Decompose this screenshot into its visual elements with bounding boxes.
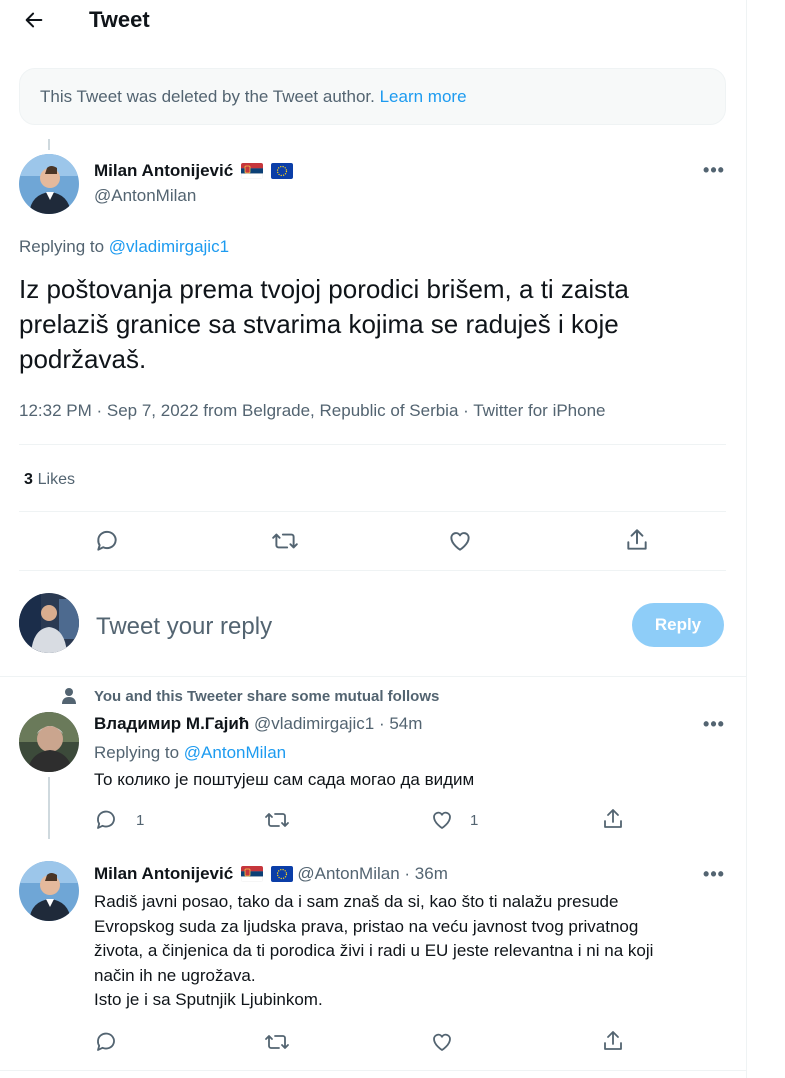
reply-author-name[interactable]: Владимир М.Гајић <box>94 714 249 733</box>
more-horizontal-icon: ••• <box>703 159 725 180</box>
author-name-row[interactable]: Milan Antonijević <box>94 160 293 182</box>
reply-text: То колико је поштујеш сам сада могао да … <box>94 770 475 789</box>
replying-to: Replying to @vladimirgajic1 <box>19 236 229 258</box>
eu-flag-icon <box>270 163 293 179</box>
likes-label: Likes <box>37 471 75 488</box>
reply-button[interactable] <box>94 528 120 554</box>
divider <box>19 570 726 571</box>
my-avatar[interactable] <box>19 593 79 653</box>
serbia-flag-icon <box>240 163 263 179</box>
replying-to-handle[interactable]: @AntonMilan <box>184 743 286 762</box>
share-icon <box>627 529 647 550</box>
divider <box>19 511 726 512</box>
reply-header: Владимир М.Гајић @vladimirgajic1 · 54m <box>94 713 422 735</box>
more-options-button[interactable]: ••• <box>703 159 725 181</box>
reply-time[interactable]: · 54m <box>379 714 422 733</box>
avatar-photo <box>19 593 79 653</box>
avatar[interactable] <box>19 154 79 214</box>
avatar[interactable] <box>19 861 79 921</box>
eu-flag-icon <box>270 866 293 882</box>
reply-author-handle[interactable]: @AntonMilan <box>297 864 399 883</box>
reply-bubble-icon <box>97 810 115 829</box>
avatar-photo <box>19 712 79 772</box>
avatar-photo <box>19 154 79 214</box>
retweet-icon <box>272 533 298 549</box>
author-handle[interactable]: @AntonMilan <box>94 185 196 207</box>
reply-button[interactable] <box>94 1030 118 1054</box>
tweet-column: Tweet This Tweet was deleted by the Twee… <box>0 0 747 1078</box>
more-options-button[interactable]: ••• <box>703 863 725 885</box>
avatar[interactable] <box>19 712 79 772</box>
reply-submit-button[interactable]: Reply <box>632 603 724 647</box>
retweet-icon <box>265 813 289 827</box>
learn-more-link[interactable]: Learn more <box>380 87 467 107</box>
heart-icon <box>433 811 451 829</box>
replying-to: Replying to @AntonMilan <box>94 742 286 764</box>
reply-time[interactable]: · 36m <box>404 864 447 883</box>
more-horizontal-icon: ••• <box>703 713 725 734</box>
reply-bubble-icon <box>97 530 117 551</box>
divider <box>0 1070 746 1071</box>
divider <box>0 676 746 677</box>
replying-to-label: Replying to <box>19 237 105 256</box>
reply-input[interactable]: Tweet your reply <box>96 612 272 642</box>
person-icon <box>61 687 77 705</box>
reply-text-line: Evropskog suda za ljudska prava, pristao… <box>94 916 639 936</box>
reply-text-line: života, a činjenica da ti porodica živi … <box>94 941 654 960</box>
retweet-button[interactable] <box>264 1030 290 1054</box>
more-options-button[interactable]: ••• <box>703 713 725 735</box>
like-button[interactable] <box>447 528 473 554</box>
divider <box>19 444 726 445</box>
heart-icon <box>450 532 470 551</box>
tweet-text: Iz poštovanja prema tvojoj porodici briš… <box>19 274 629 374</box>
reply-button[interactable]: 1 <box>94 808 144 832</box>
page-title: Tweet <box>89 7 150 32</box>
deleted-notice-text: This Tweet was deleted by the Tweet auth… <box>40 86 375 106</box>
thread-connector <box>48 139 50 150</box>
reply-author-handle[interactable]: @vladimirgajic1 <box>254 714 374 733</box>
more-horizontal-icon: ••• <box>703 863 725 884</box>
reply-text-line: Isto je i sa Sputnjik Ljubinkom. <box>94 990 323 1009</box>
heart-icon <box>433 1033 451 1051</box>
share-button[interactable] <box>624 527 650 553</box>
thread-connector <box>48 777 50 839</box>
reply-text: Radiš javni posao, tako da i sam znaš da… <box>94 890 734 1013</box>
reply-text-line: način ih ne ugrožava. <box>94 965 256 985</box>
share-icon <box>604 1031 622 1050</box>
like-button[interactable] <box>430 1030 454 1054</box>
likes-count: 3 <box>24 471 33 488</box>
share-icon <box>604 809 622 828</box>
arrow-left-icon <box>25 12 43 28</box>
retweet-icon <box>265 1035 289 1049</box>
retweet-button[interactable] <box>271 528 299 554</box>
reply-text-line: Radiš javni posao, tako da i sam znaš da… <box>94 892 619 911</box>
reply-bubble-icon <box>97 1032 115 1051</box>
reply-header: Milan Antonijević @AntonMilan · 36m <box>94 863 448 885</box>
share-button[interactable] <box>601 1029 625 1053</box>
back-button[interactable] <box>20 6 48 34</box>
replying-to-handle[interactable]: @vladimirgajic1 <box>109 237 229 256</box>
tweet-meta: 12:32 PM · Sep 7, 2022 from Belgrade, Re… <box>19 401 606 420</box>
likes-link[interactable]: 3 Likes <box>24 468 75 491</box>
reply-count: 1 <box>136 811 145 829</box>
social-context: You and this Tweeter share some mutual f… <box>94 688 440 705</box>
like-count: 1 <box>470 811 479 829</box>
author-name[interactable]: Milan Antonijević <box>94 161 233 180</box>
retweet-button[interactable] <box>264 808 290 832</box>
like-button[interactable]: 1 <box>430 808 478 832</box>
avatar-photo <box>19 861 79 921</box>
reply-author-name[interactable]: Milan Antonijević <box>94 864 233 883</box>
replying-to-label: Replying to <box>94 743 180 762</box>
serbia-flag-icon <box>240 866 263 882</box>
deleted-tweet-notice: This Tweet was deleted by the Tweet auth… <box>19 68 726 125</box>
share-button[interactable] <box>601 807 625 831</box>
